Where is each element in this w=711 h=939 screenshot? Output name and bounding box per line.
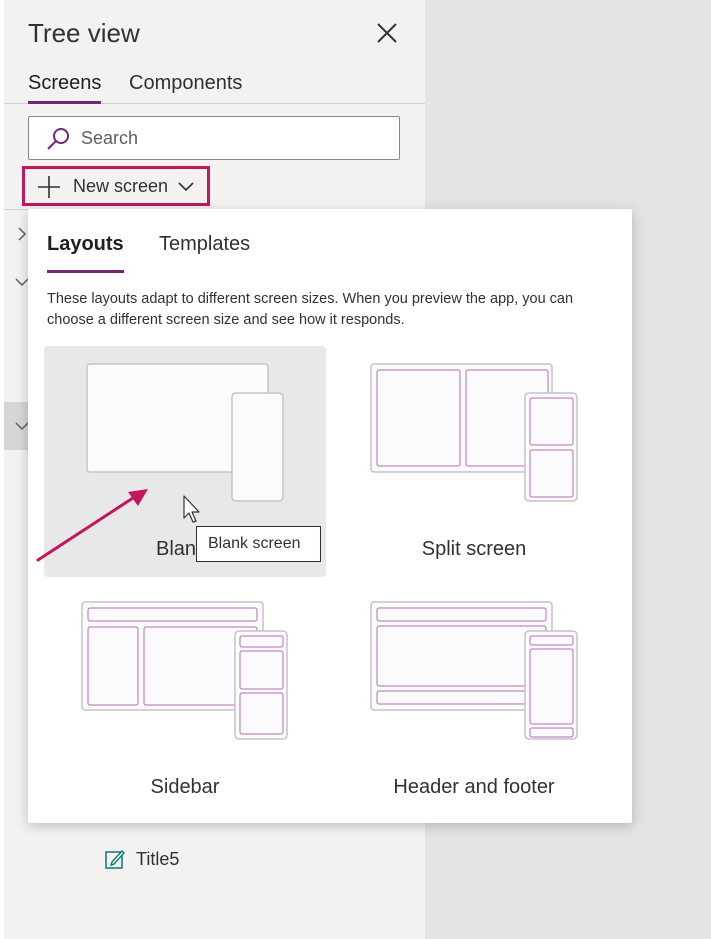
new-screen-button[interactable]: New screen xyxy=(22,166,210,206)
tab-screens[interactable]: Screens xyxy=(28,72,102,104)
search-icon xyxy=(47,128,69,150)
layout-label: Sidebar xyxy=(150,776,220,798)
tab-components[interactable]: Components xyxy=(129,72,242,101)
layout-sidebar[interactable]: Sidebar xyxy=(44,586,326,817)
tree-item-label: Title5 xyxy=(136,849,180,869)
tab-templates[interactable]: Templates xyxy=(159,233,250,270)
close-icon[interactable] xyxy=(374,20,400,46)
plus-icon xyxy=(38,176,60,198)
panel-title: Tree view xyxy=(28,18,140,48)
search-input[interactable] xyxy=(81,117,381,159)
chevron-down-icon xyxy=(178,182,194,192)
panel-tabs: Screens Components xyxy=(4,64,425,104)
layout-split-screen[interactable]: Split screen xyxy=(333,346,615,577)
new-screen-label: New screen xyxy=(73,176,169,196)
tooltip: Blank screen xyxy=(196,526,321,562)
search-box xyxy=(28,116,400,160)
tab-layouts[interactable]: Layouts xyxy=(47,233,124,273)
layouts-description: These layouts adapt to different screen … xyxy=(47,291,574,328)
new-screen-popup: Layouts Templates These layouts adapt to… xyxy=(28,209,632,823)
edit-icon xyxy=(105,849,125,869)
layout-label: Split screen xyxy=(421,538,527,560)
layout-label: Header and footer xyxy=(393,776,555,798)
layout-header-and-footer[interactable]: Header and footer xyxy=(333,586,615,817)
